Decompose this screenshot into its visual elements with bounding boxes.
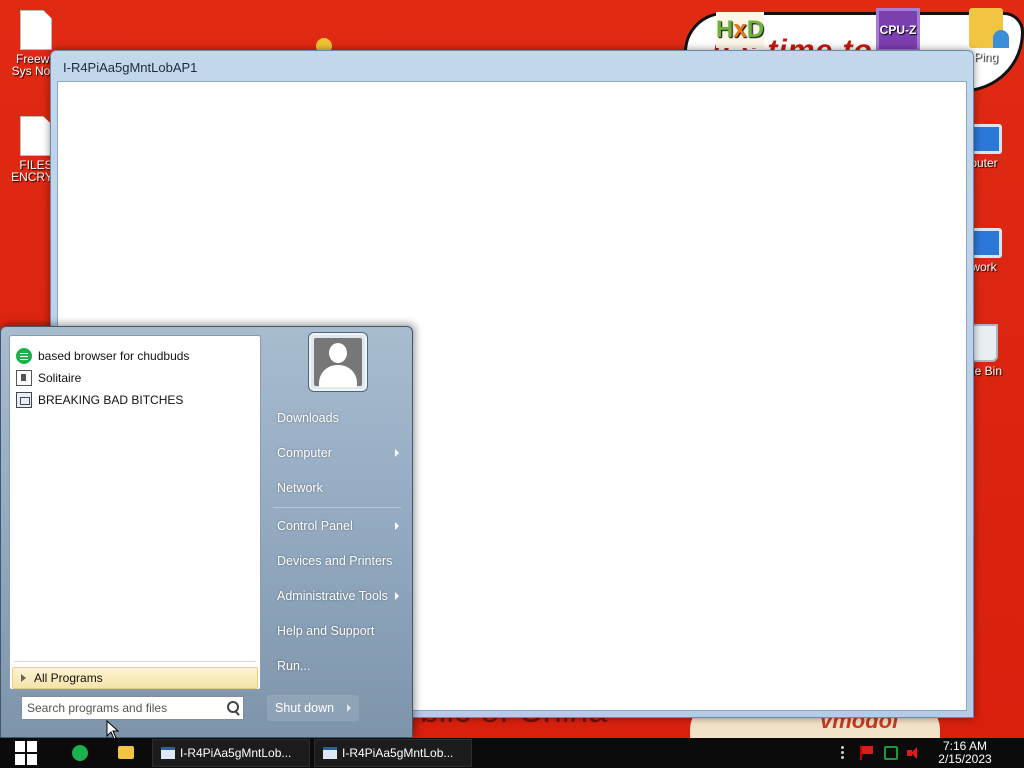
user-icon <box>329 343 347 363</box>
start-menu-computer[interactable]: Computer <box>269 438 403 468</box>
shutdown-button[interactable]: Shut down <box>267 695 359 721</box>
program-item-label: BREAKING BAD BITCHES <box>38 393 184 407</box>
search-input[interactable] <box>22 698 223 718</box>
program-item-solitaire[interactable]: Solitaire <box>14 367 256 389</box>
desktop-icon-label: puter <box>970 156 998 170</box>
start-menu-help-support[interactable]: Help and Support <box>269 616 403 646</box>
all-programs-button[interactable]: All Programs <box>12 667 258 689</box>
search-box[interactable] <box>21 696 244 720</box>
program-item-breaking-bad[interactable]: BREAKING BAD BITCHES <box>14 389 256 411</box>
taskbar-pin-explorer[interactable] <box>108 741 144 765</box>
program-item-label: based browser for chudbuds <box>38 349 190 363</box>
shutdown-label: Shut down <box>275 701 335 715</box>
taskbar-task-window-1[interactable]: I-R4PiAa5gMntLob... <box>152 739 310 767</box>
submenu-arrow-icon <box>395 592 399 600</box>
start-menu-control-panel[interactable]: Control Panel <box>269 511 403 541</box>
start-menu: based browser for chudbuds Solitaire BRE… <box>0 326 413 738</box>
start-menu-item-label: Network <box>277 481 323 495</box>
start-menu-item-label: Administrative Tools <box>277 589 388 603</box>
app-icon <box>16 392 32 408</box>
window-title: I-R4PiAa5gMntLobAP1 <box>63 60 198 75</box>
chevron-right-icon <box>21 674 26 682</box>
user-avatar[interactable] <box>309 333 367 391</box>
taskbar-task-label: I-R4PiAa5gMntLob... <box>180 746 292 760</box>
start-menu-item-label: Control Panel <box>277 519 353 533</box>
start-menu-item-label: Run... <box>277 659 311 673</box>
start-menu-network[interactable]: Network <box>269 473 403 503</box>
taskbar-task-window-2[interactable]: I-R4PiAa5gMntLob... <box>314 739 472 767</box>
action-center-flag-icon[interactable] <box>860 746 874 760</box>
search-icon[interactable] <box>223 698 243 718</box>
network-icon[interactable] <box>884 746 898 760</box>
start-menu-item-label: Downloads <box>277 411 339 425</box>
windows-logo-icon <box>15 741 37 765</box>
tray-overflow-icon[interactable] <box>836 745 850 761</box>
start-menu-programs-pane: based browser for chudbuds Solitaire BRE… <box>9 335 261 690</box>
document-icon <box>20 116 52 156</box>
window-icon <box>161 747 175 759</box>
desktop-icon-label: Ping <box>973 50 999 64</box>
clock[interactable]: 7:16 AM 2/15/2023 <box>930 740 1000 766</box>
desktop-icon-cpuz[interactable]: CPU-Z <box>866 8 930 55</box>
divider <box>14 661 256 662</box>
start-menu-run[interactable]: Run... <box>269 651 403 681</box>
taskbar: I-R4PiAa5gMntLob... I-R4PiAa5gMntLob... … <box>0 738 1024 768</box>
start-menu-devices-printers[interactable]: Devices and Printers <box>269 546 403 576</box>
program-item-based-browser[interactable]: based browser for chudbuds <box>14 345 256 367</box>
submenu-arrow-icon <box>395 522 399 530</box>
all-programs-label: All Programs <box>34 671 103 685</box>
start-button[interactable] <box>4 738 48 768</box>
folder-icon <box>969 8 1009 48</box>
program-item-label: Solitaire <box>38 371 82 385</box>
clock-date: 2/15/2023 <box>938 752 992 766</box>
start-menu-downloads[interactable]: Downloads <box>269 403 403 433</box>
folder-icon <box>118 746 134 759</box>
start-menu-item-label: Devices and Printers <box>277 554 393 568</box>
start-menu-item-label: Help and Support <box>277 624 375 638</box>
chat-icon <box>16 348 32 364</box>
chat-icon <box>72 745 88 761</box>
window-icon <box>323 747 337 759</box>
start-menu-administrative-tools[interactable]: Administrative Tools <box>269 581 403 611</box>
volume-muted-icon[interactable] <box>907 746 921 760</box>
divider <box>273 507 401 508</box>
recycle-bin-icon <box>970 324 998 362</box>
chevron-right-icon[interactable] <box>347 704 351 712</box>
solitaire-icon <box>16 370 32 386</box>
start-menu-item-label: Computer <box>277 446 332 460</box>
hxd-icon: HxD <box>716 12 764 48</box>
taskbar-task-label: I-R4PiAa5gMntLob... <box>342 746 454 760</box>
taskbar-pin-browser[interactable] <box>62 741 98 765</box>
document-icon <box>20 10 52 50</box>
cpuz-icon: CPU-Z <box>876 8 920 52</box>
desktop-icon-hxd[interactable]: HxD <box>708 12 772 51</box>
submenu-arrow-icon <box>395 449 399 457</box>
desktop-icon-label: work <box>971 260 997 274</box>
